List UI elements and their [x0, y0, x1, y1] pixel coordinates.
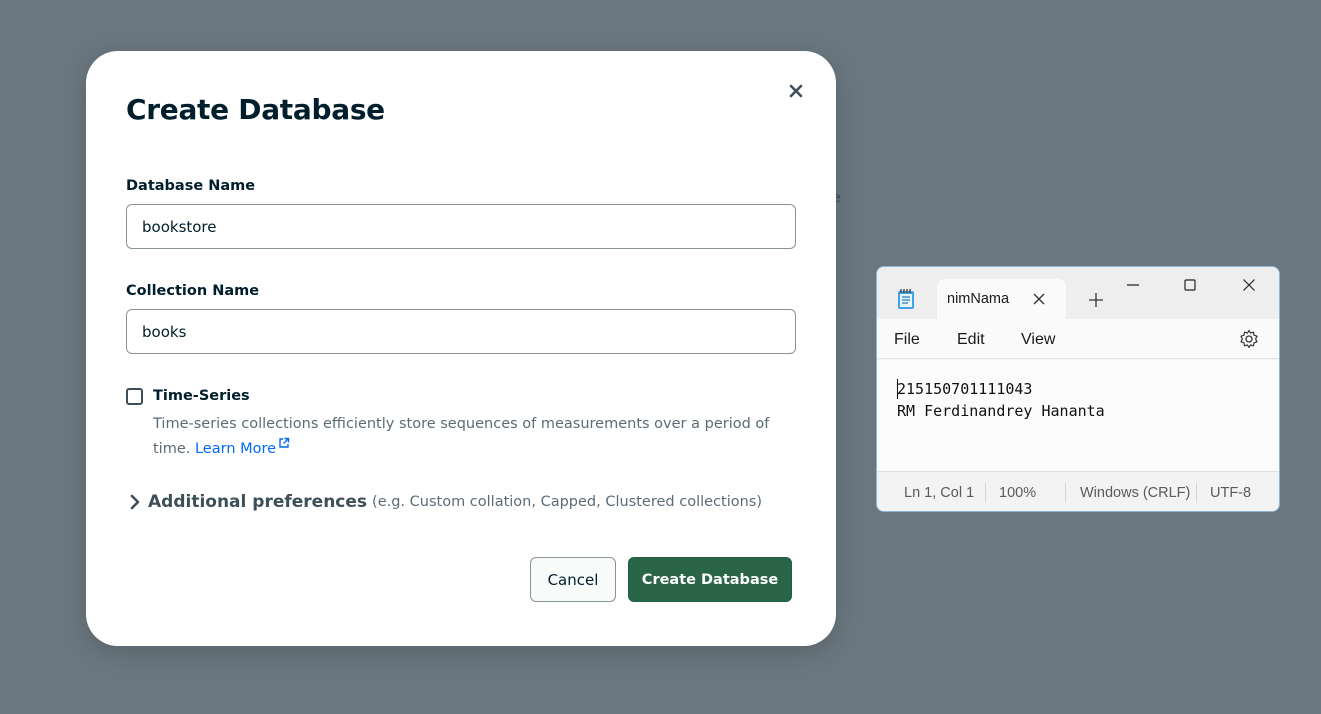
editor-line: RM Ferdinandrey Hananta	[897, 402, 1105, 420]
settings-gear-icon[interactable]	[1239, 329, 1259, 349]
additional-preferences-toggle[interactable]: Additional preferences (e.g. Custom coll…	[128, 492, 762, 512]
tab-title: nimNama	[947, 291, 1010, 307]
notepad-titlebar[interactable]: nimNama	[877, 267, 1279, 319]
tab-close-icon[interactable]	[1030, 290, 1048, 308]
minimize-button[interactable]	[1113, 273, 1153, 297]
additional-preferences-title: Additional preferences	[148, 492, 368, 512]
status-line-ending: Windows (CRLF)	[1080, 485, 1191, 501]
minimize-icon	[1127, 284, 1139, 286]
external-link-icon	[279, 437, 290, 448]
status-position: Ln 1, Col 1	[904, 485, 975, 501]
database-name-input[interactable]	[126, 204, 796, 249]
time-series-label[interactable]: Time-Series	[153, 388, 250, 404]
window-close-button[interactable]	[1229, 273, 1269, 297]
menu-file[interactable]: File	[894, 331, 920, 349]
close-icon	[789, 84, 803, 98]
additional-preferences-hint: (e.g. Custom collation, Capped, Clustere…	[372, 494, 763, 510]
modal-title: Create Database	[126, 93, 385, 126]
notepad-menubar: File Edit View	[877, 319, 1279, 359]
create-database-button[interactable]: Create Database	[628, 557, 792, 602]
maximize-icon	[1184, 279, 1196, 291]
new-tab-icon[interactable]	[1085, 289, 1107, 311]
status-zoom: 100%	[999, 485, 1037, 501]
chevron-right-icon	[130, 494, 140, 510]
status-divider	[1196, 483, 1197, 503]
learn-more-link[interactable]: Learn More	[194, 437, 290, 457]
collection-name-label: Collection Name	[126, 283, 260, 299]
notepad-app-icon	[898, 289, 914, 309]
learn-more-label: Learn More	[194, 441, 277, 457]
notepad-window: nimNama File Edit View 215150701111043 R…	[876, 266, 1280, 512]
database-name-label: Database Name	[126, 178, 256, 194]
notepad-tab[interactable]: nimNama	[937, 279, 1066, 319]
notepad-editor[interactable]: 215150701111043 RM Ferdinandrey Hananta	[877, 360, 1279, 471]
create-database-modal: Create Database Database Name Collection…	[86, 51, 836, 646]
close-icon	[1243, 279, 1255, 291]
menu-view[interactable]: View	[1021, 331, 1055, 349]
modal-close-button[interactable]	[782, 77, 810, 105]
cancel-button[interactable]: Cancel	[530, 557, 616, 602]
maximize-button[interactable]	[1170, 273, 1210, 297]
notepad-statusbar: Ln 1, Col 1 100% Windows (CRLF) UTF-8	[877, 471, 1279, 511]
editor-line: 215150701111043	[897, 380, 1033, 398]
time-series-checkbox[interactable]	[126, 388, 143, 405]
status-divider	[1065, 483, 1066, 503]
menu-edit[interactable]: Edit	[957, 331, 985, 349]
collection-name-input[interactable]	[126, 309, 796, 354]
status-divider	[985, 483, 986, 503]
status-encoding: UTF-8	[1210, 485, 1252, 501]
time-series-description: Time-series collections efficiently stor…	[153, 412, 793, 462]
